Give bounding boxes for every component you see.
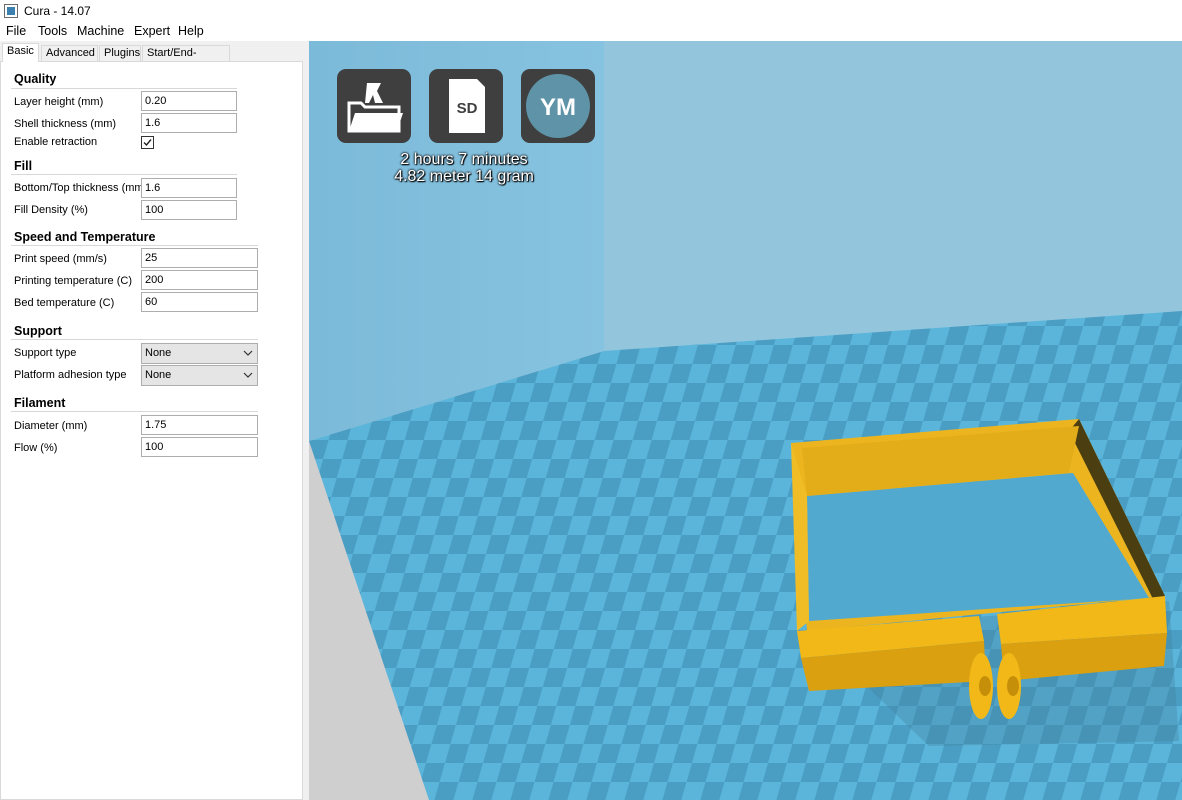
bed-temperature-input[interactable]	[141, 292, 258, 312]
fill-density-label: Fill Density (%)	[14, 204, 88, 216]
menu-expert[interactable]: Expert	[134, 24, 170, 38]
load-model-icon	[347, 83, 403, 133]
section-divider	[11, 411, 258, 412]
save-to-sd-button[interactable]: SD	[429, 69, 503, 143]
menu-machine[interactable]: Machine	[77, 24, 124, 38]
section-divider	[11, 245, 258, 246]
section-support-title: Support	[14, 324, 62, 338]
enable-retraction-label: Enable retraction	[14, 136, 98, 148]
title-bar: Cura - 14.07	[0, 0, 1182, 22]
support-type-value: None	[145, 347, 172, 359]
menu-file[interactable]: File	[6, 24, 26, 38]
print-estimate: 2 hours 7 minutes 4.82 meter 14 gram	[389, 151, 539, 185]
settings-tabs: Basic Advanced Plugins Start/End-GCode	[0, 43, 309, 74]
bottom-top-thickness-label: Bottom/Top thickness (mm)	[14, 182, 148, 194]
platform-adhesion-value: None	[145, 369, 172, 381]
tab-basic[interactable]: Basic	[2, 43, 39, 62]
section-quality-title: Quality	[14, 72, 57, 86]
settings-panel: Basic Advanced Plugins Start/End-GCode Q…	[0, 41, 309, 800]
tab-start-end-gcode[interactable]: Start/End-GCode	[142, 45, 230, 74]
ym-label: YM	[540, 94, 576, 121]
support-type-select[interactable]: None	[141, 343, 258, 364]
menu-bar: File Tools Machine Expert Help	[0, 22, 1182, 41]
platform-adhesion-label: Platform adhesion type	[14, 369, 127, 381]
checkmark-icon	[143, 139, 152, 147]
tab-advanced[interactable]: Advanced	[41, 45, 98, 61]
sd-card-icon: SD	[449, 79, 485, 133]
tab-plugins[interactable]: Plugins	[99, 45, 141, 61]
section-fill-title: Fill	[14, 159, 33, 173]
printing-temperature-label: Printing temperature (C)	[14, 275, 132, 287]
bed-temperature-label: Bed temperature (C)	[14, 297, 115, 309]
section-divider	[11, 339, 258, 340]
basic-settings-content: Quality Layer height (mm) Shell thicknes…	[0, 61, 303, 800]
flow-label: Flow (%)	[14, 442, 58, 454]
youmagine-icon: YM	[526, 74, 590, 138]
layer-height-label: Layer height (mm)	[14, 96, 104, 108]
print-speed-label: Print speed (mm/s)	[14, 253, 107, 265]
sd-label: SD	[457, 100, 478, 117]
print-speed-input[interactable]	[141, 248, 258, 268]
bottom-top-thickness-input[interactable]	[141, 178, 237, 198]
enable-retraction-checkbox[interactable]	[141, 136, 154, 149]
chevron-down-icon	[243, 372, 253, 378]
printing-temperature-input[interactable]	[141, 270, 258, 290]
diameter-input[interactable]	[141, 415, 258, 435]
menu-tools[interactable]: Tools	[38, 24, 67, 38]
shell-thickness-input[interactable]	[141, 113, 237, 133]
cura-app-icon	[4, 4, 18, 18]
3d-viewport[interactable]: SD YM 2 hours 7 minutes 4.82 meter 14 gr…	[309, 41, 1182, 800]
section-speed-title: Speed and Temperature	[14, 230, 156, 244]
shell-thickness-label: Shell thickness (mm)	[14, 118, 117, 130]
platform-adhesion-select[interactable]: None	[141, 365, 258, 386]
layer-height-input[interactable]	[141, 91, 237, 111]
load-model-button[interactable]	[337, 69, 411, 143]
chevron-down-icon	[243, 350, 253, 356]
print-material: 4.82 meter 14 gram	[394, 168, 534, 185]
section-filament-title: Filament	[14, 396, 66, 410]
window-title: Cura - 14.07	[24, 4, 91, 18]
section-divider	[11, 88, 237, 89]
fill-density-input[interactable]	[141, 200, 237, 220]
menu-help[interactable]: Help	[178, 24, 204, 38]
diameter-label: Diameter (mm)	[14, 420, 88, 432]
flow-input[interactable]	[141, 437, 258, 457]
support-type-label: Support type	[14, 347, 77, 359]
print-time: 2 hours 7 minutes	[400, 151, 528, 168]
youmagine-button[interactable]: YM	[521, 69, 595, 143]
section-divider	[11, 174, 237, 175]
